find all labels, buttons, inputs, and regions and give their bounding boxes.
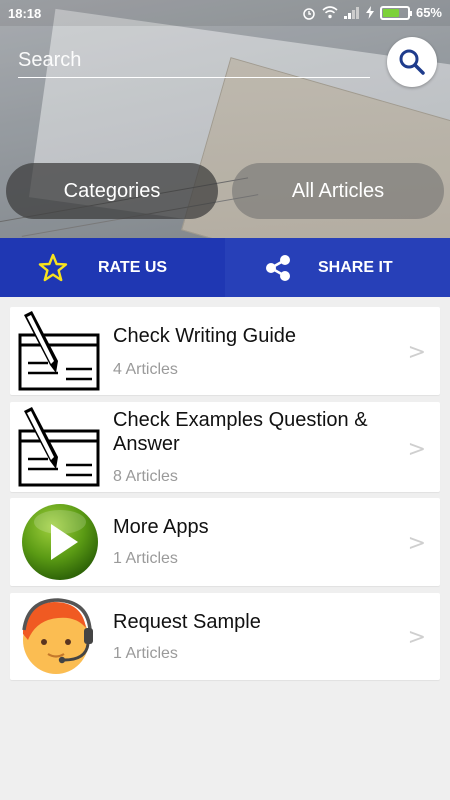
rate-us-button[interactable]: RATE US: [0, 238, 225, 297]
chevron-right-icon: >: [407, 531, 426, 556]
list-item-title: Check Writing Guide: [113, 325, 297, 347]
list-item-more-apps[interactable]: More Apps 1 Articles >: [10, 498, 440, 586]
share-icon: [266, 254, 290, 281]
status-time: 18:18: [8, 6, 42, 21]
categories-button[interactable]: Categories: [6, 163, 218, 219]
charging-icon: [365, 6, 374, 19]
battery-percent: 65%: [415, 5, 442, 20]
share-it-button[interactable]: SHARE IT: [225, 238, 450, 297]
battery-icon: [379, 5, 412, 20]
list-item-request-sample[interactable]: Request Sample 1 Articles >: [10, 593, 440, 680]
support-agent-icon: [18, 594, 102, 678]
check-writing-icon: [18, 309, 102, 393]
list-item-count: 8 Articles: [113, 468, 178, 485]
list-item-title: More Apps: [113, 516, 209, 538]
status-bar: 18:18 65%: [0, 0, 450, 26]
list-item-count: 4 Articles: [113, 361, 178, 378]
search-input[interactable]: [18, 44, 370, 78]
star-icon-wrap: [33, 248, 73, 288]
wifi-icon: [322, 6, 338, 19]
list-item-count: 1 Articles: [113, 645, 178, 662]
list-item-title: Request Sample: [113, 611, 261, 633]
list-item-check-examples[interactable]: Check Examples Question & Answer 8 Artic…: [10, 402, 440, 492]
list-item-count: 1 Articles: [113, 550, 178, 567]
chevron-right-icon: >: [407, 625, 426, 650]
signal-icon: [343, 6, 359, 19]
share-it-label: SHARE IT: [318, 258, 393, 276]
check-writing-icon: [18, 405, 102, 489]
list-item-title: Check Examples Question & Answer: [113, 409, 368, 455]
play-icon: [18, 502, 102, 586]
chevron-right-icon: >: [407, 437, 426, 462]
share-icon-wrap: [258, 248, 298, 288]
rate-us-label: RATE US: [98, 258, 168, 276]
all-articles-button[interactable]: All Articles: [232, 163, 444, 219]
star-icon: [38, 253, 68, 281]
chevron-right-icon: >: [407, 340, 426, 365]
search-icon: [399, 49, 425, 75]
list-item-check-writing-guide[interactable]: Check Writing Guide 4 Articles >: [10, 307, 440, 395]
action-bar: RATE US SHARE IT: [0, 238, 450, 297]
status-icons: 65%: [302, 5, 442, 20]
search-button[interactable]: [387, 37, 437, 87]
battery-fill: [382, 8, 399, 17]
alarm-icon: [303, 7, 315, 20]
